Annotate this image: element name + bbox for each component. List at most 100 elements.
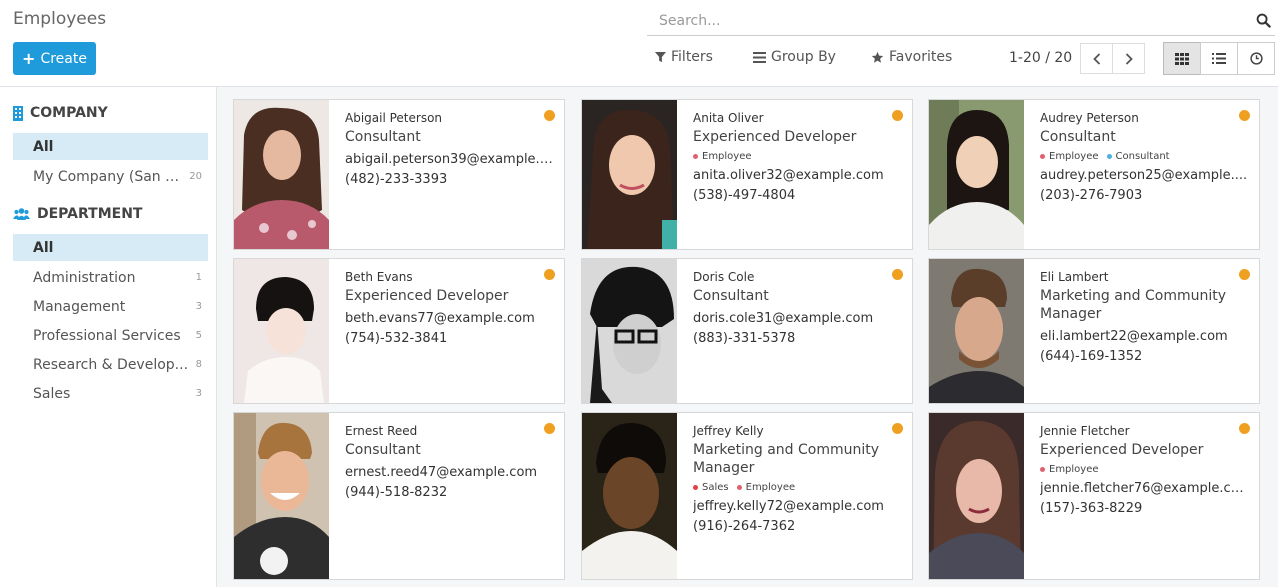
- groupby-label: Group By: [771, 49, 836, 65]
- sidebar-item-count: 3: [195, 388, 202, 399]
- department-item-all[interactable]: All: [13, 234, 208, 261]
- tag-sales: Sales: [693, 482, 729, 493]
- department-item-sales[interactable]: Sales 3: [13, 380, 208, 407]
- tag-color-dot: [1106, 154, 1112, 159]
- sidebar-item-label: My Company (San F...: [33, 168, 184, 185]
- favorites-button[interactable]: Favorites: [871, 49, 952, 65]
- search-panel: COMPANY All My Company (San F... 20 DEPA…: [0, 87, 217, 587]
- employee-card[interactable]: Anita Oliver Experienced Developer Emplo…: [581, 99, 913, 250]
- employee-job: Consultant: [693, 288, 769, 304]
- presence-status-dot: [1239, 110, 1250, 121]
- presence-status-dot: [892, 423, 903, 434]
- employee-email: audrey.peterson25@example....: [1040, 168, 1248, 183]
- employee-info: Eli Lambert Marketing and Community Mana…: [1040, 269, 1251, 364]
- tag-label: Employee: [1049, 151, 1099, 162]
- employee-photo: [234, 413, 329, 579]
- sidebar-item-count: 1: [195, 272, 202, 283]
- filters-label: Filters: [671, 49, 713, 65]
- employee-card[interactable]: Doris Cole Consultant doris.cole31@examp…: [581, 258, 913, 404]
- employee-photo: [929, 100, 1024, 249]
- employee-name: Beth Evans: [345, 270, 413, 284]
- employee-card[interactable]: Jennie Fletcher Experienced Developer Em…: [928, 412, 1260, 580]
- sidebar-item-label: Sales: [33, 385, 71, 402]
- create-button[interactable]: + Create: [13, 42, 96, 75]
- employee-info: Audrey Peterson Consultant Employee Cons…: [1040, 110, 1251, 203]
- presence-status-dot: [544, 110, 555, 121]
- plus-icon: +: [22, 49, 36, 68]
- star-icon: [871, 51, 884, 63]
- employee-email: anita.oliver32@example.com: [693, 168, 884, 183]
- department-item-administration[interactable]: Administration 1: [13, 264, 208, 291]
- search-icon[interactable]: [1256, 13, 1271, 28]
- employee-tags: Sales Employee: [693, 482, 904, 493]
- employee-email: jennie.fletcher76@example.com: [1040, 481, 1251, 496]
- employee-job: Consultant: [345, 129, 421, 145]
- filters-button[interactable]: Filters: [655, 49, 713, 65]
- users-icon: [13, 208, 30, 220]
- page-title: Employees: [13, 9, 107, 29]
- employee-card[interactable]: Beth Evans Experienced Developer beth.ev…: [233, 258, 565, 404]
- employee-photo: [234, 259, 329, 403]
- company-item-my-company[interactable]: My Company (San F... 20: [13, 163, 208, 190]
- sidebar-item-count: 8: [195, 359, 202, 370]
- activity-view-button[interactable]: [1237, 42, 1275, 75]
- employee-job: Marketing and Community Manager: [693, 442, 880, 476]
- department-item-research-development[interactable]: Research & Develop... 8: [13, 351, 208, 378]
- employee-info: Doris Cole Consultant doris.cole31@examp…: [693, 269, 904, 346]
- employee-card[interactable]: Audrey Peterson Consultant Employee Cons…: [928, 99, 1260, 250]
- grid-icon: [1175, 52, 1189, 65]
- sidebar-item-label: Professional Services: [33, 327, 181, 344]
- pager-value[interactable]: 1-20 / 20: [1009, 50, 1072, 66]
- company-section-header: COMPANY: [13, 105, 108, 121]
- employee-card[interactable]: Jeffrey Kelly Marketing and Community Ma…: [581, 412, 913, 580]
- sidebar-item-label: Management: [33, 298, 126, 315]
- employee-info: Jeffrey Kelly Marketing and Community Ma…: [693, 423, 904, 534]
- employee-phone: (157)-363-8229: [1040, 501, 1143, 516]
- employee-job: Marketing and Community Manager: [1040, 288, 1227, 322]
- employee-card[interactable]: Eli Lambert Marketing and Community Mana…: [928, 258, 1260, 404]
- employee-card[interactable]: Abigail Peterson Consultant abigail.pete…: [233, 99, 565, 250]
- employee-email: beth.evans77@example.com: [345, 311, 535, 326]
- employee-photo: [582, 413, 677, 579]
- presence-status-dot: [892, 269, 903, 280]
- tag-color-dot: [693, 154, 698, 159]
- employee-phone: (916)-264-7362: [693, 519, 796, 534]
- list-view-button[interactable]: [1200, 42, 1238, 75]
- department-item-professional-services[interactable]: Professional Services 5: [13, 322, 208, 349]
- tag-employee: Employee: [736, 482, 796, 493]
- list-icon: [1212, 53, 1226, 64]
- employee-photo: [582, 100, 677, 249]
- sidebar-item-label: Administration: [33, 269, 136, 286]
- department-section-header: DEPARTMENT: [13, 206, 142, 222]
- sidebar-item-count: 5: [195, 330, 202, 341]
- employee-name: Eli Lambert: [1040, 270, 1109, 284]
- kanban-view-button[interactable]: [1163, 42, 1201, 75]
- tag-consultant: Consultant: [1106, 151, 1170, 162]
- presence-status-dot: [544, 423, 555, 434]
- tag-label: Employee: [702, 151, 752, 162]
- employee-email: doris.cole31@example.com: [693, 311, 874, 326]
- department-item-management[interactable]: Management 3: [13, 293, 208, 320]
- sidebar-item-label: All: [33, 138, 54, 155]
- sidebar-item-count: 20: [189, 171, 202, 182]
- employee-phone: (644)-169-1352: [1040, 349, 1143, 364]
- search-bar[interactable]: Search...: [647, 8, 1275, 36]
- chevron-left-icon: [1092, 52, 1100, 65]
- employee-card[interactable]: Ernest Reed Consultant ernest.reed47@exa…: [233, 412, 565, 580]
- company-item-all[interactable]: All: [13, 133, 208, 160]
- pager-next-button[interactable]: [1112, 43, 1145, 74]
- tag-employee: Employee: [693, 151, 752, 162]
- pager-previous-button[interactable]: [1080, 43, 1113, 74]
- employee-phone: (883)-331-5378: [693, 331, 796, 346]
- employee-name: Jeffrey Kelly: [693, 424, 764, 438]
- presence-status-dot: [1239, 269, 1250, 280]
- presence-status-dot: [544, 269, 555, 280]
- employee-job: Consultant: [1040, 129, 1116, 145]
- search-input[interactable]: Search...: [659, 13, 720, 29]
- employee-job: Experienced Developer: [693, 129, 857, 145]
- clock-icon: [1249, 52, 1263, 65]
- employee-job: Experienced Developer: [1040, 442, 1204, 458]
- groupby-button[interactable]: Group By: [753, 49, 836, 65]
- tag-label: Employee: [745, 482, 796, 493]
- employee-email: jeffrey.kelly72@example.com: [693, 499, 884, 514]
